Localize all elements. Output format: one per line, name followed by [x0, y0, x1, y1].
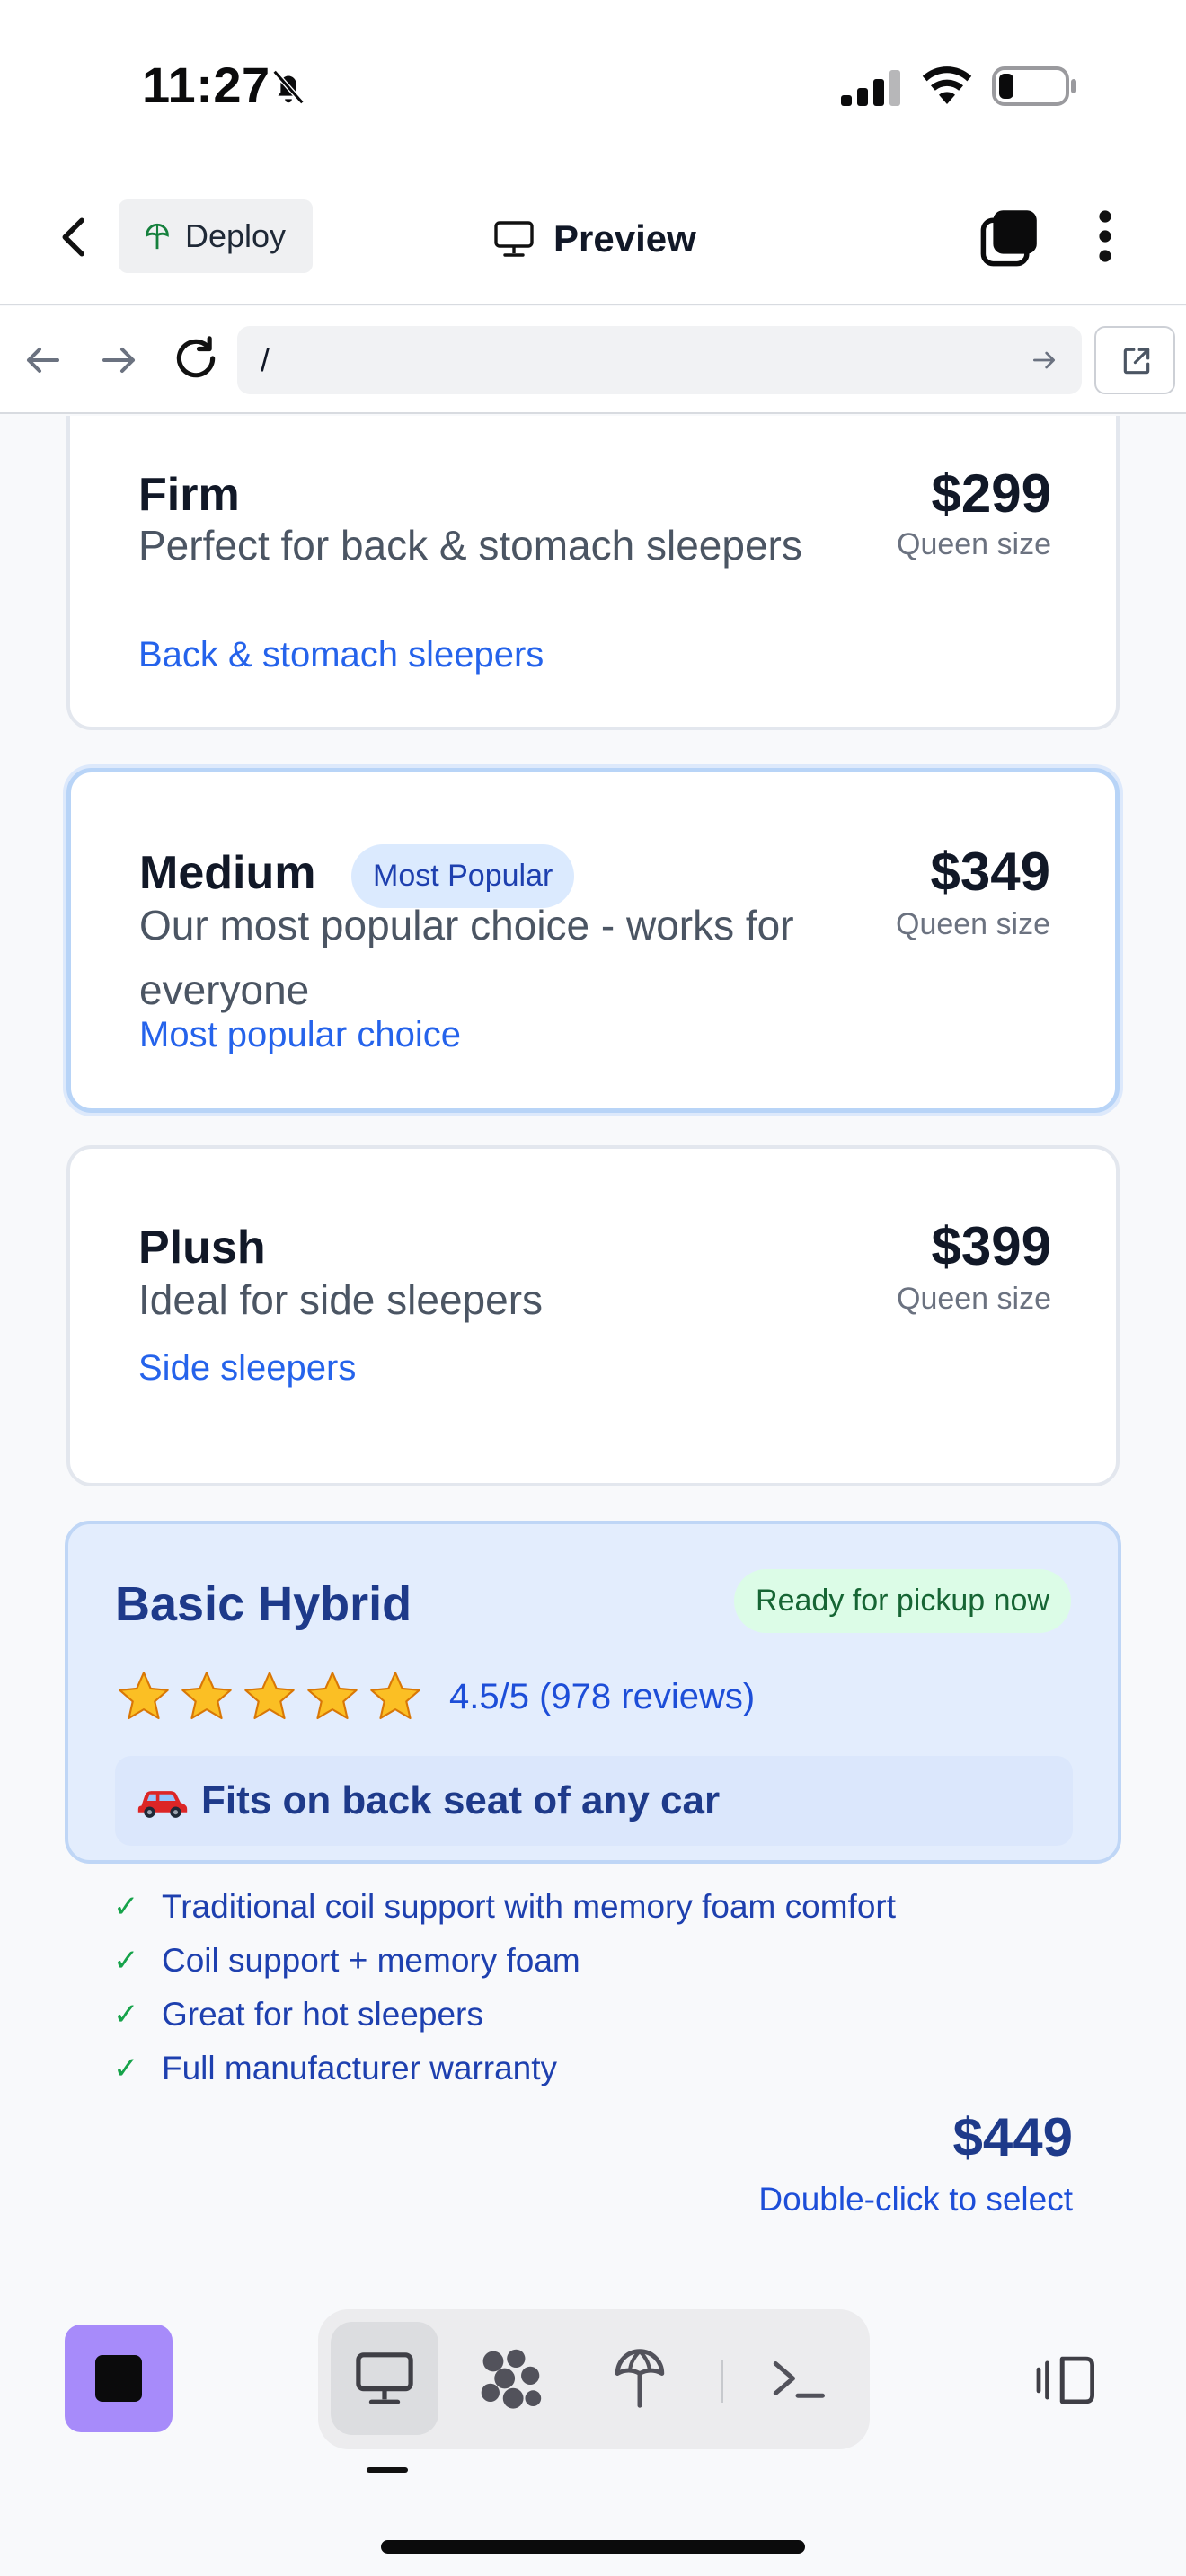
star-rating: [115, 1668, 424, 1725]
desktop-icon: [356, 2352, 413, 2404]
more-icon[interactable]: [1085, 207, 1125, 266]
option-price: $349: [930, 842, 1050, 902]
product-price: $449: [952, 2107, 1073, 2167]
open-external-icon: [1123, 348, 1150, 375]
check-icon: ✓: [113, 1998, 139, 2032]
go-arrow-icon[interactable]: [1030, 346, 1058, 375]
terminal-icon: [773, 2361, 825, 2398]
option-price: $299: [931, 463, 1051, 524]
list-item: ✓ Full manufacturer warranty: [113, 2042, 896, 2095]
star-icon: [181, 1672, 232, 1720]
tab-preview[interactable]: [331, 2322, 438, 2435]
option-card-plush[interactable]: Plush $399 Queen size Ideal for side sle…: [66, 1145, 1120, 1486]
bottom-toolbar: [0, 2266, 1186, 2576]
star-icon: [119, 1672, 169, 1720]
stop-icon: [95, 2355, 142, 2402]
feature-text: Traditional coil support with memory foa…: [162, 1888, 897, 1925]
deploy-icon: [146, 223, 169, 250]
url-input[interactable]: /: [237, 326, 1082, 394]
arrow-right-icon[interactable]: [97, 339, 140, 382]
url-bar: /: [0, 306, 1186, 414]
product-card-basic-hybrid[interactable]: Basic Hybrid Ready for pickup now 4.5/5 …: [65, 1521, 1121, 1864]
product-name: Basic Hybrid: [115, 1577, 412, 1631]
view-switcher: [318, 2309, 870, 2449]
option-tag: Side sleepers: [138, 1348, 357, 1388]
reload-icon[interactable]: [171, 333, 221, 384]
panel-icon[interactable]: [1033, 2352, 1100, 2408]
option-name: Medium: [139, 847, 316, 899]
option-description: Our most popular choice - works for ever…: [139, 902, 794, 1013]
list-item: ✓ Great for hot sleepers: [113, 1988, 896, 2042]
feature-text: Full manufacturer warranty: [162, 2050, 558, 2086]
pickup-badge: Ready for pickup now: [734, 1569, 1071, 1633]
status-time: 11:27: [142, 57, 270, 113]
option-size: Queen size: [897, 1282, 1051, 1316]
deploy-button[interactable]: Deploy: [119, 199, 313, 273]
fits-info: Fits on back seat of any car: [115, 1756, 1073, 1846]
preview-label: Preview: [553, 217, 696, 260]
option-tag: Back & stomach sleepers: [138, 635, 544, 675]
stop-button[interactable]: [65, 2325, 173, 2432]
tabs-icon[interactable]: [979, 208, 1039, 268]
rating-text: 4.5/5 (978 reviews): [449, 1677, 756, 1716]
preview-title[interactable]: Preview: [492, 210, 696, 268]
tab-canvas[interactable]: [456, 2322, 564, 2435]
grid-icon: [481, 2349, 542, 2409]
star-icon: [307, 1672, 358, 1720]
check-icon: ✓: [113, 2051, 139, 2086]
check-icon: ✓: [113, 1890, 139, 1924]
option-price: $399: [931, 1216, 1051, 1276]
tab-terminal[interactable]: [744, 2322, 852, 2435]
tab-deploy[interactable]: [586, 2322, 694, 2435]
option-size: Queen size: [897, 527, 1051, 561]
select-hint[interactable]: Double-click to select: [758, 2181, 1073, 2219]
option-name: Plush: [138, 1222, 266, 1274]
star-icon: [244, 1672, 295, 1720]
fits-text: Fits on back seat of any car: [201, 1778, 721, 1822]
arrow-left-icon[interactable]: [22, 339, 65, 382]
back-icon[interactable]: [50, 212, 101, 262]
option-card-firm[interactable]: Firm $299 Queen size Perfect for back & …: [66, 416, 1120, 730]
deploy-icon: [615, 2349, 665, 2408]
option-card-medium[interactable]: Medium Most Popular $349 Queen size Our …: [66, 768, 1120, 1113]
signal-icon: [841, 70, 900, 106]
option-size: Queen size: [896, 907, 1050, 941]
app-header: Deploy Preview: [0, 171, 1186, 305]
car-icon: [137, 1791, 188, 1818]
open-external-button[interactable]: [1094, 326, 1175, 394]
wifi-icon: [922, 66, 972, 104]
list-item: ✓ Coil support + memory foam: [113, 1934, 896, 1988]
feature-text: Coil support + memory foam: [162, 1942, 580, 1979]
url-path: /: [261, 341, 270, 378]
feature-text: Great for hot sleepers: [162, 1996, 483, 2033]
segment-divider: [721, 2360, 723, 2403]
option-description: Perfect for back & stomach sleepers: [138, 522, 802, 569]
active-tab-indicator: [367, 2467, 408, 2473]
deploy-label: Deploy: [185, 217, 287, 254]
list-item: ✓ Traditional coil support with memory f…: [113, 1880, 896, 1934]
option-description: Ideal for side sleepers: [138, 1276, 544, 1323]
check-icon: ✓: [113, 1944, 139, 1978]
home-indicator[interactable]: [381, 2540, 805, 2554]
status-bar: 11:27: [0, 0, 1186, 171]
bell-off-icon: [272, 69, 305, 105]
monitor-icon: [494, 221, 534, 257]
feature-list: ✓ Traditional coil support with memory f…: [113, 1880, 896, 2095]
option-tag: Most popular choice: [139, 1015, 461, 1054]
star-icon: [370, 1672, 420, 1720]
battery-icon: [992, 66, 1076, 106]
